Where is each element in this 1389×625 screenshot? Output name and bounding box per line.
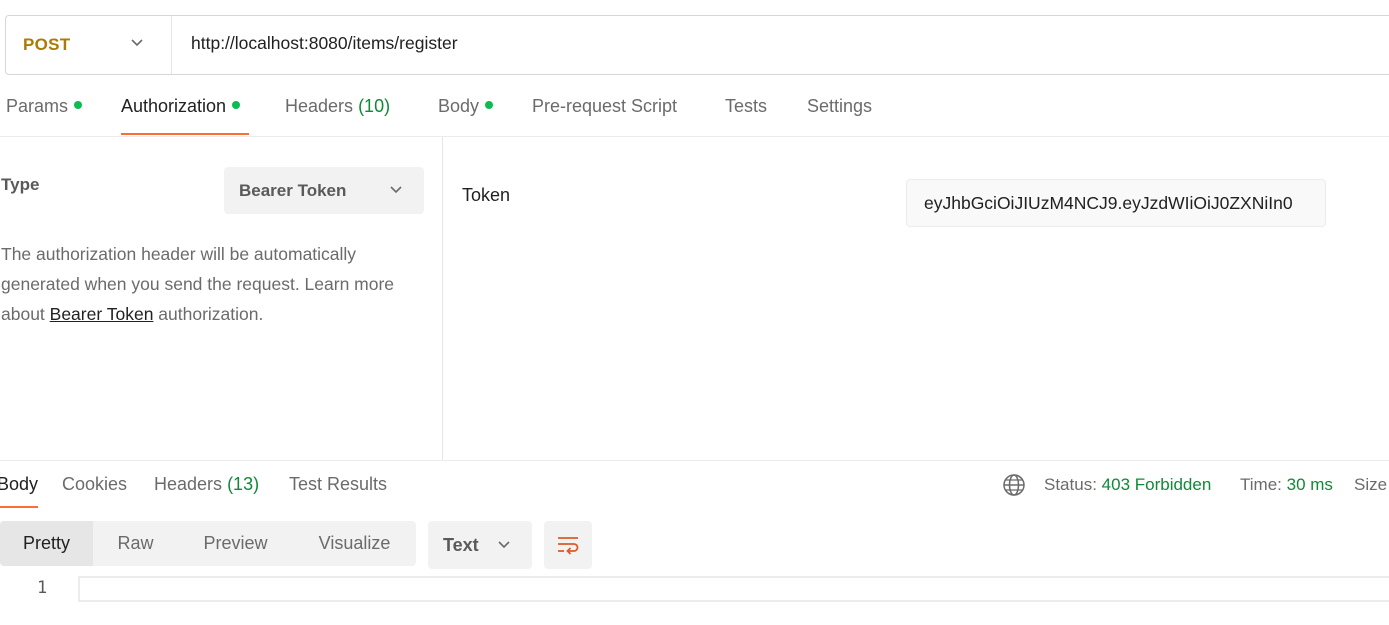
tab-settings[interactable]: Settings: [807, 96, 872, 134]
tab-label: Params: [6, 96, 69, 116]
token-input[interactable]: eyJhbGciOiJIUzM4NCJ9.eyJzdWIiOiJ0ZXNiIn0: [906, 179, 1326, 227]
bearer-token-link[interactable]: Bearer Token: [50, 304, 154, 324]
tab-label: Headers: [285, 96, 354, 116]
response-tab-body[interactable]: Body: [0, 474, 38, 495]
active-tab-indicator: [121, 133, 249, 135]
auth-type-value: Bearer Token: [239, 180, 347, 200]
view-mode-label: Visualize: [318, 533, 391, 553]
request-url-bar: POST: [5, 15, 1389, 75]
response-tab-label: Cookies: [62, 474, 128, 494]
auth-description: The authorization header will be automat…: [1, 239, 421, 329]
status-dot-icon: [232, 101, 241, 110]
chevron-down-icon: [498, 541, 510, 549]
token-value: eyJhbGciOiJIUzM4NCJ9.eyJzdWIiOiJ0ZXNiIn0: [924, 192, 1293, 213]
time-label: Time:: [1240, 475, 1282, 494]
response-body-editor[interactable]: [78, 576, 1389, 602]
format-select[interactable]: Text: [428, 521, 532, 569]
auth-panel-divider: [442, 137, 443, 460]
status-dot-icon: [485, 101, 494, 110]
url-input[interactable]: [191, 33, 1291, 54]
tab-body[interactable]: Body: [438, 96, 494, 134]
tab-label: Tests: [725, 96, 768, 116]
method-label: POST: [23, 35, 71, 54]
format-value: Text: [443, 534, 479, 555]
auth-type-select[interactable]: Bearer Token: [224, 167, 424, 214]
tab-headers[interactable]: Headers (10): [285, 96, 390, 134]
view-mode-visualize[interactable]: Visualize: [293, 521, 416, 566]
tab-label: Body: [438, 96, 480, 116]
size-label: Size: [1354, 475, 1388, 494]
method-select[interactable]: POST: [6, 16, 172, 74]
view-mode-pretty[interactable]: Pretty: [0, 521, 93, 566]
chevron-down-icon: [131, 39, 143, 47]
time-value: 30 ms: [1286, 475, 1333, 494]
response-tab-cookies[interactable]: Cookies: [62, 474, 127, 495]
request-tabs: Params Authorization Headers (10) Body P…: [0, 96, 1389, 137]
token-label: Token: [462, 185, 511, 205]
view-mode-label: Pretty: [22, 533, 70, 553]
headers-count: (10): [358, 96, 391, 116]
response-time: Time: 30 ms: [1240, 475, 1333, 495]
wrap-lines-button[interactable]: [544, 521, 592, 569]
tab-label: Settings: [807, 96, 873, 116]
response-tab-headers[interactable]: Headers (13): [154, 474, 259, 495]
view-mode-selector: Pretty Raw Preview Visualize: [0, 521, 416, 566]
response-tab-test-results[interactable]: Test Results: [289, 474, 387, 495]
status-value: 403 Forbidden: [1101, 475, 1212, 494]
wrap-lines-icon: [558, 537, 579, 555]
view-mode-raw[interactable]: Raw: [93, 521, 178, 566]
status-dot-icon: [74, 101, 83, 110]
response-divider: [0, 460, 1389, 461]
globe-icon[interactable]: [1002, 473, 1026, 497]
auth-description-text-end: authorization.: [153, 304, 264, 324]
tab-tests[interactable]: Tests: [725, 96, 767, 134]
view-mode-preview[interactable]: Preview: [178, 521, 293, 566]
active-response-tab-indicator: [0, 506, 38, 508]
response-size: Size: [1354, 475, 1387, 495]
tab-label: Pre-request Script: [532, 96, 678, 116]
editor-line-number: 1: [37, 578, 48, 598]
auth-type-label: Type: [1, 175, 40, 194]
status-label: Status:: [1044, 475, 1097, 494]
view-mode-label: Preview: [203, 533, 268, 553]
response-headers-count: (13): [227, 474, 260, 494]
tab-label: Authorization: [121, 96, 227, 116]
response-status: Status: 403 Forbidden: [1044, 475, 1211, 495]
tab-authorization[interactable]: Authorization: [121, 96, 241, 134]
view-mode-label: Raw: [117, 533, 154, 553]
tab-pre-request-script[interactable]: Pre-request Script: [532, 96, 677, 134]
response-tab-label: Body: [0, 474, 39, 494]
chevron-down-icon: [390, 186, 402, 194]
response-tab-label: Test Results: [289, 474, 388, 494]
response-tab-label: Headers: [154, 474, 223, 494]
tab-params[interactable]: Params: [6, 96, 83, 134]
